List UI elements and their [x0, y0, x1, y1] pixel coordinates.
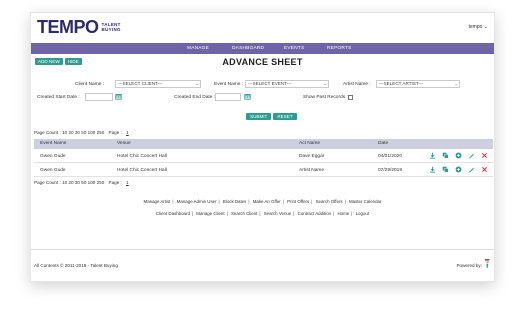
show-past-records-label: Show Past Records : — [303, 95, 348, 100]
link-make-an-offer[interactable]: Make An Offer — [253, 199, 281, 204]
add-circle-icon[interactable] — [455, 152, 462, 159]
link-master-calendar[interactable]: Master Calendar — [349, 199, 381, 204]
column-header-date[interactable]: Date — [378, 141, 388, 146]
cell-date: 04/01/2020 — [378, 154, 403, 159]
artist-select[interactable]: ---SELECT ARTIST--- ⌄ — [376, 80, 460, 88]
end-date-input[interactable] — [215, 93, 241, 101]
calendar-icon[interactable] — [244, 93, 251, 100]
nav-item-reports[interactable]: REPORTS — [327, 46, 352, 51]
submit-button[interactable]: SUBMIT — [246, 113, 272, 120]
logo-tagline: TALENT BUYING — [101, 22, 121, 32]
link-manage-admin-user[interactable]: Manage Admin User — [177, 199, 217, 204]
chevron-down-icon: ⌄ — [454, 81, 458, 86]
page-link[interactable]: 1 — [126, 130, 129, 135]
add-circle-icon[interactable] — [455, 166, 462, 173]
link-home[interactable]: Home — [337, 211, 349, 216]
link-client-dashboard[interactable]: Client Dashboard — [156, 211, 190, 216]
table-row — [34, 150, 493, 163]
column-header-event-name[interactable]: Event Name — [40, 141, 66, 146]
delete-icon[interactable] — [481, 166, 488, 173]
pager-top: Page Count : 10 20 30 50 100 250 Page : … — [34, 130, 129, 135]
event-name-label: Event Name : — [214, 82, 244, 87]
cell-date: 07/29/2019 — [378, 168, 403, 173]
page-size-options[interactable]: 10 20 30 50 100 250 — [62, 180, 104, 185]
link-print-offers[interactable]: Print Offers — [287, 199, 309, 204]
edit-pencil-icon[interactable] — [468, 152, 475, 159]
main-nav: MANAGE DASHBOARD EVENTS REPORTS — [31, 43, 494, 54]
link-search-offers[interactable]: Search Offers — [316, 199, 343, 204]
link-search-client[interactable]: Search Client — [231, 211, 257, 216]
footer-divider — [31, 249, 494, 250]
page-link[interactable]: 1 — [126, 180, 129, 185]
reset-button[interactable]: RESET — [273, 113, 297, 120]
artist-name-label: Artist Name : — [343, 82, 371, 87]
app-window: TEMPO TALENT BUYING tempo ⌄ MANAGE DASHB… — [30, 12, 495, 282]
nav-item-dashboard[interactable]: DASHBOARD — [232, 46, 264, 51]
client-select[interactable]: ---SELECT CLIENT--- ⌄ — [115, 80, 201, 88]
copy-icon[interactable] — [442, 152, 449, 159]
link-manage-client[interactable]: Manage Client — [196, 211, 224, 216]
cell-event-name: Gwen Gude — [40, 168, 66, 173]
cell-venue: Hotel Chic Concert Hall — [117, 168, 167, 173]
cell-venue: Hotel Chic Concert Hall — [117, 154, 167, 159]
start-date-input[interactable] — [85, 93, 113, 101]
download-icon[interactable] — [429, 166, 436, 173]
user-menu[interactable]: tempo ⌄ — [469, 24, 488, 30]
nav-item-events[interactable]: EVENTS — [284, 46, 304, 51]
page-title: ADVANCE SHEET — [222, 57, 303, 67]
column-header-venue[interactable]: Venue — [117, 141, 131, 146]
client-name-label: Client Name : — [75, 82, 105, 87]
created-end-date-label: Created End Date : — [174, 95, 216, 100]
calendar-icon[interactable] — [115, 93, 122, 100]
page-size-options[interactable]: 10 20 30 50 100 250 — [62, 130, 104, 135]
copy-icon[interactable] — [442, 166, 449, 173]
table-row — [34, 164, 493, 177]
copyright-text: All Contents © 2011-2019 - Talent Buying — [34, 263, 118, 268]
created-start-date-label: Created Start Date : — [37, 95, 80, 100]
download-icon[interactable] — [429, 152, 436, 159]
link-search-venue[interactable]: Search Venue — [264, 211, 292, 216]
quick-links-row-2: Client Dashboard | Manage Client | Search … — [155, 211, 370, 216]
table-header — [34, 139, 493, 149]
logo[interactable]: TEMPO TALENT BUYING — [37, 17, 121, 37]
show-past-records-checkbox[interactable] — [348, 95, 353, 100]
edit-pencil-icon[interactable] — [468, 166, 475, 173]
nav-item-manage[interactable]: MANAGE — [187, 46, 209, 51]
logo-wordmark: TEMPO — [37, 17, 99, 37]
powered-by-text: Powered by: — [456, 263, 482, 268]
filter-actions: SUBMIT RESET — [246, 113, 297, 120]
chevron-down-icon: ⌄ — [323, 81, 327, 86]
link-contract-addition[interactable]: Contract Addition — [298, 211, 331, 216]
cell-event-name: Gwen Gude — [40, 154, 66, 159]
powered-by-logo-icon[interactable] — [483, 258, 492, 269]
cell-act-name: Artist Name — [299, 168, 325, 173]
delete-icon[interactable] — [481, 152, 488, 159]
event-select[interactable]: ---SELECT EVENT--- ⌄ — [245, 80, 329, 88]
link-manage-artist[interactable]: Manage Artist — [144, 199, 171, 204]
quick-links-row-1: Manage Artist | Manage Admin User | Block … — [143, 199, 382, 204]
pager-bottom: Page Count : 10 20 30 50 100 250 Page : … — [34, 180, 129, 185]
link-block-dates[interactable]: Block Dates — [223, 199, 246, 204]
column-header-act-name[interactable]: Act Name — [299, 141, 320, 146]
cell-act-name: Dave Eggar — [299, 154, 325, 159]
top-bar: TEMPO TALENT BUYING tempo ⌄ — [31, 13, 494, 43]
link-logout[interactable]: Logout — [356, 211, 369, 216]
chevron-down-icon: ⌄ — [195, 81, 199, 86]
